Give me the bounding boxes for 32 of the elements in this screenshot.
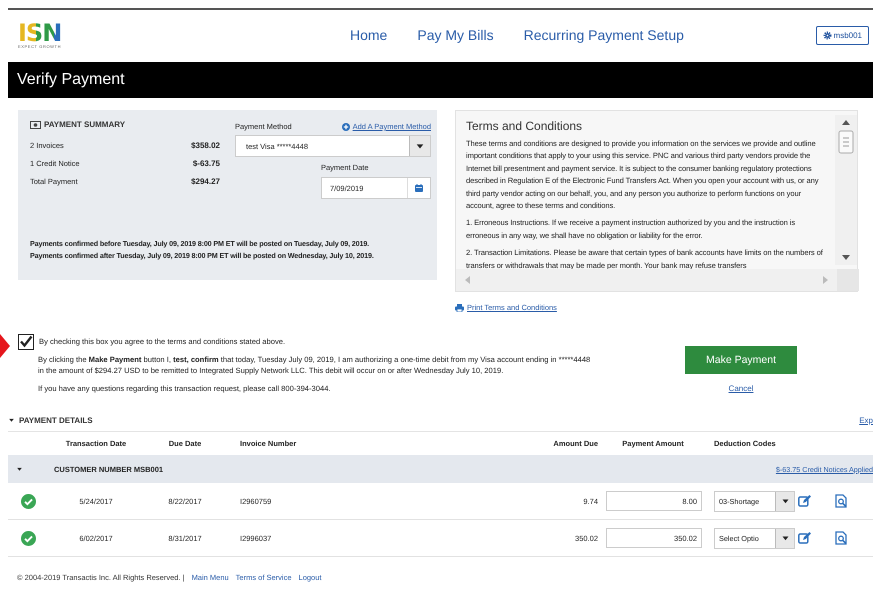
calendar-icon [415, 184, 423, 192]
document-search-icon[interactable] [835, 494, 848, 508]
nav-link[interactable]: Home [350, 27, 388, 43]
pointer-arrow-icon [0, 334, 10, 358]
caret-down-icon [780, 534, 790, 542]
edit-icon[interactable] [798, 495, 811, 507]
caret-down-icon[interactable] [16, 466, 23, 472]
summary-amount: $294.27 [191, 177, 220, 186]
nav-link[interactable]: Recurring Payment Setup [524, 27, 684, 43]
money-icon [30, 120, 41, 128]
vertical-scrollbar[interactable] [835, 115, 857, 265]
summary-amount: $-63.75 [192, 159, 220, 168]
gear-icon [822, 30, 832, 40]
cancel-link[interactable]: Cancel [728, 384, 754, 392]
user-menu-button[interactable]: msb001 [816, 26, 869, 44]
expand-link[interactable]: Exp [859, 416, 873, 424]
page-title: Verify Payment [17, 71, 125, 89]
agree-checkbox[interactable] [18, 334, 34, 350]
nav-link[interactable]: Pay My Bills [417, 27, 494, 43]
document-search-icon[interactable] [835, 531, 848, 545]
caret-down-icon[interactable] [8, 417, 15, 423]
caret-down-icon [780, 497, 790, 505]
edit-icon[interactable] [798, 532, 811, 544]
terms-title: Terms and Conditions [466, 119, 584, 133]
checkmark-icon [19, 335, 33, 348]
horizontal-scrollbar[interactable] [456, 269, 859, 291]
summary-amount: $358.02 [191, 141, 220, 150]
make-payment-button[interactable]: Make Payment [685, 346, 797, 374]
printer-icon [455, 304, 464, 312]
summary-title: PAYMENT SUMMARY [44, 120, 126, 129]
section-title: PAYMENT DETAILS [19, 416, 93, 424]
plus-circle-icon [342, 122, 350, 130]
